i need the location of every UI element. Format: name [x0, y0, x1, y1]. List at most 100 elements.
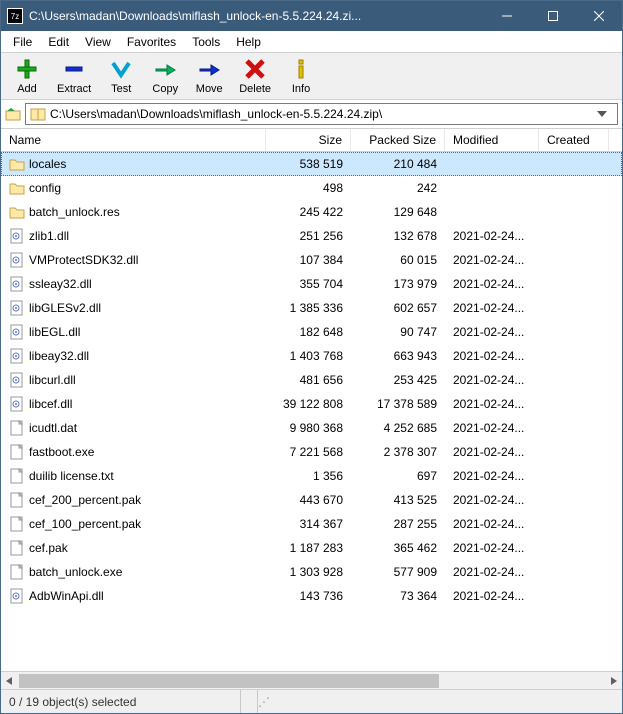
address-input[interactable]	[50, 107, 593, 121]
minimize-button[interactable]	[484, 1, 530, 31]
column-modified[interactable]: Modified	[445, 129, 539, 151]
file-size: 1 356	[266, 469, 351, 483]
file-name: libeay32.dll	[29, 349, 89, 363]
table-row[interactable]: fastboot.exe7 221 5682 378 3072021-02-24…	[1, 440, 622, 464]
test-button[interactable]: Test	[99, 55, 143, 97]
table-row[interactable]: libeay32.dll1 403 768663 9432021-02-24..…	[1, 344, 622, 368]
column-packed-size[interactable]: Packed Size	[351, 129, 445, 151]
file-packed-size: 17 378 589	[351, 397, 445, 411]
add-icon	[15, 57, 39, 81]
delete-button[interactable]: Delete	[231, 55, 279, 97]
column-size[interactable]: Size	[266, 129, 351, 151]
menu-edit[interactable]: Edit	[40, 33, 77, 51]
table-row[interactable]: cef_100_percent.pak314 367287 2552021-02…	[1, 512, 622, 536]
maximize-button[interactable]	[530, 1, 576, 31]
file-name: icudtl.dat	[29, 421, 77, 435]
file-size: 245 422	[266, 205, 351, 219]
file-icon	[9, 516, 25, 532]
status-bar: 0 / 19 object(s) selected ⋰	[1, 689, 622, 713]
address-dropdown-icon[interactable]	[597, 111, 613, 117]
file-packed-size: 253 425	[351, 373, 445, 387]
table-row[interactable]: zlib1.dll251 256132 6782021-02-24...	[1, 224, 622, 248]
extract-button[interactable]: Extract	[49, 55, 99, 97]
scroll-track[interactable]	[19, 672, 604, 689]
dll-icon	[9, 300, 25, 316]
dll-icon	[9, 372, 25, 388]
status-selection: 0 / 19 object(s) selected	[1, 690, 241, 713]
menu-bar: FileEditViewFavoritesToolsHelp	[1, 31, 622, 53]
file-size: 1 187 283	[266, 541, 351, 555]
file-modified: 2021-02-24...	[445, 565, 539, 579]
table-row[interactable]: libcef.dll39 122 80817 378 5892021-02-24…	[1, 392, 622, 416]
scroll-left-icon[interactable]	[1, 672, 19, 689]
table-row[interactable]: cef.pak1 187 283365 4622021-02-24...	[1, 536, 622, 560]
add-button[interactable]: Add	[5, 55, 49, 97]
address-combo[interactable]	[25, 103, 618, 125]
file-size: 314 367	[266, 517, 351, 531]
file-name: AdbWinApi.dll	[29, 589, 104, 603]
table-row[interactable]: config498242	[1, 176, 622, 200]
scroll-right-icon[interactable]	[604, 672, 622, 689]
close-button[interactable]	[576, 1, 622, 31]
file-icon	[9, 564, 25, 580]
table-row[interactable]: ssleay32.dll355 704173 9792021-02-24...	[1, 272, 622, 296]
move-label: Move	[196, 83, 223, 95]
table-row[interactable]: AdbWinApi.dll143 73673 3642021-02-24...	[1, 584, 622, 608]
info-icon	[289, 57, 313, 81]
table-row[interactable]: icudtl.dat9 980 3684 252 6852021-02-24..…	[1, 416, 622, 440]
file-packed-size: 90 747	[351, 325, 445, 339]
table-row[interactable]: VMProtectSDK32.dll107 38460 0152021-02-2…	[1, 248, 622, 272]
table-row[interactable]: cef_200_percent.pak443 670413 5252021-02…	[1, 488, 622, 512]
menu-favorites[interactable]: Favorites	[119, 33, 184, 51]
file-size: 9 980 368	[266, 421, 351, 435]
table-row[interactable]: batch_unlock.res245 422129 648	[1, 200, 622, 224]
table-row[interactable]: libcurl.dll481 656253 4252021-02-24...	[1, 368, 622, 392]
table-row[interactable]: duilib license.txt1 3566972021-02-24...	[1, 464, 622, 488]
menu-tools[interactable]: Tools	[184, 33, 228, 51]
copy-button[interactable]: Copy	[143, 55, 187, 97]
test-icon	[109, 57, 133, 81]
file-name: config	[29, 181, 61, 195]
file-modified: 2021-02-24...	[445, 517, 539, 531]
table-row[interactable]: libGLESv2.dll1 385 336602 6572021-02-24.…	[1, 296, 622, 320]
file-name: fastboot.exe	[29, 445, 94, 459]
file-name: batch_unlock.exe	[29, 565, 122, 579]
file-name: cef.pak	[29, 541, 68, 555]
up-button[interactable]	[5, 106, 21, 122]
file-name: locales	[29, 157, 66, 171]
table-row[interactable]: libEGL.dll182 64890 7472021-02-24...	[1, 320, 622, 344]
file-modified: 2021-02-24...	[445, 373, 539, 387]
file-packed-size: 663 943	[351, 349, 445, 363]
file-rows[interactable]: locales538 519210 484config498242batch_u…	[1, 152, 622, 671]
table-row[interactable]: locales538 519210 484	[1, 152, 622, 176]
file-packed-size: 210 484	[351, 157, 445, 171]
scroll-thumb[interactable]	[19, 674, 439, 688]
file-size: 481 656	[266, 373, 351, 387]
menu-file[interactable]: File	[5, 33, 40, 51]
address-bar	[1, 100, 622, 129]
column-name[interactable]: Name	[1, 129, 266, 151]
file-name: ssleay32.dll	[29, 277, 92, 291]
horizontal-scrollbar[interactable]	[1, 671, 622, 689]
dll-icon	[9, 228, 25, 244]
file-modified: 2021-02-24...	[445, 253, 539, 267]
resize-grip-icon[interactable]: ⋰	[258, 695, 274, 709]
menu-view[interactable]: View	[77, 33, 119, 51]
folder-icon	[9, 156, 25, 172]
menu-help[interactable]: Help	[228, 33, 269, 51]
file-packed-size: 132 678	[351, 229, 445, 243]
table-row[interactable]: batch_unlock.exe1 303 928577 9092021-02-…	[1, 560, 622, 584]
file-size: 498	[266, 181, 351, 195]
column-created[interactable]: Created	[539, 129, 609, 151]
title-bar: 7z C:\Users\madan\Downloads\miflash_unlo…	[1, 1, 622, 31]
file-modified: 2021-02-24...	[445, 469, 539, 483]
info-button[interactable]: Info	[279, 55, 323, 97]
file-icon	[9, 540, 25, 556]
file-size: 1 303 928	[266, 565, 351, 579]
dll-icon	[9, 324, 25, 340]
file-name: libGLESv2.dll	[29, 301, 101, 315]
file-icon	[9, 420, 25, 436]
delete-label: Delete	[239, 83, 271, 95]
file-name: libcef.dll	[29, 397, 72, 411]
move-button[interactable]: Move	[187, 55, 231, 97]
